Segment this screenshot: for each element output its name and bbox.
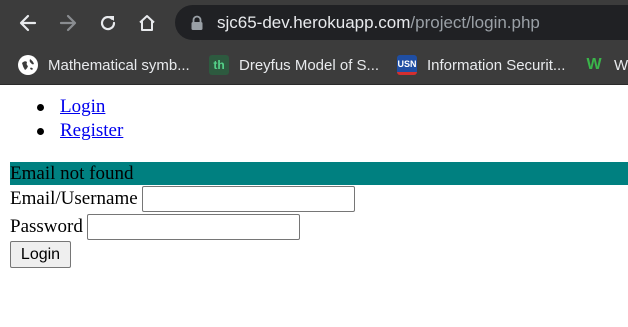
password-label: Password bbox=[10, 215, 83, 237]
bookmark-w[interactable]: W W bbox=[584, 53, 628, 77]
th-favicon-icon: th bbox=[209, 55, 229, 75]
arrow-right-icon bbox=[59, 14, 77, 32]
bookmark-mathematical-symbols[interactable]: Mathematical symb... bbox=[18, 53, 190, 77]
bullet bbox=[37, 128, 44, 135]
bookmark-label: Mathematical symb... bbox=[48, 56, 190, 74]
nav-item-login: Login bbox=[0, 95, 123, 119]
home-button[interactable] bbox=[132, 8, 162, 38]
nav-menu: Login Register bbox=[0, 95, 123, 143]
url-text[interactable]: sjc65-dev.herokuapp.com/project/login.ph… bbox=[217, 12, 540, 33]
forward-button[interactable] bbox=[53, 8, 83, 38]
globe-icon bbox=[18, 55, 38, 75]
email-label: Email/Username bbox=[10, 187, 138, 209]
w-favicon-icon: W bbox=[586, 56, 602, 73]
url-path: /project/login.php bbox=[410, 13, 540, 32]
password-field[interactable] bbox=[86, 213, 300, 240]
bookmark-information-security[interactable]: USN Information Securit... bbox=[397, 53, 565, 77]
password-row: Password bbox=[10, 213, 300, 240]
bullet bbox=[37, 104, 44, 111]
reload-button[interactable] bbox=[93, 8, 123, 38]
url-host: sjc65-dev.herokuapp.com bbox=[217, 13, 411, 32]
bookmarks-bar: Mathematical symb... th Dreyfus Model of… bbox=[0, 45, 628, 85]
back-button[interactable] bbox=[13, 8, 43, 38]
reload-icon bbox=[100, 16, 116, 31]
register-link[interactable]: Register bbox=[60, 120, 123, 141]
login-link[interactable]: Login bbox=[60, 96, 105, 117]
email-row: Email/Username bbox=[10, 185, 355, 212]
usn-favicon-icon: USN bbox=[397, 55, 417, 75]
home-icon bbox=[139, 15, 155, 31]
browser-toolbar: sjc65-dev.herokuapp.com/project/login.ph… bbox=[0, 0, 628, 45]
arrow-left-icon bbox=[19, 14, 37, 32]
email-field[interactable] bbox=[141, 185, 355, 212]
bookmark-label: Dreyfus Model of S... bbox=[239, 56, 380, 74]
bookmark-label: Information Securit... bbox=[427, 56, 566, 74]
address-bar[interactable]: sjc65-dev.herokuapp.com/project/login.ph… bbox=[175, 5, 628, 40]
bookmark-dreyfus-model[interactable]: th Dreyfus Model of S... bbox=[209, 53, 379, 77]
bookmark-label: W bbox=[614, 56, 628, 74]
nav-item-register: Register bbox=[0, 119, 123, 143]
error-message: Email not found bbox=[10, 162, 628, 185]
lock-icon[interactable] bbox=[190, 15, 204, 31]
login-button[interactable]: Login bbox=[10, 241, 71, 268]
